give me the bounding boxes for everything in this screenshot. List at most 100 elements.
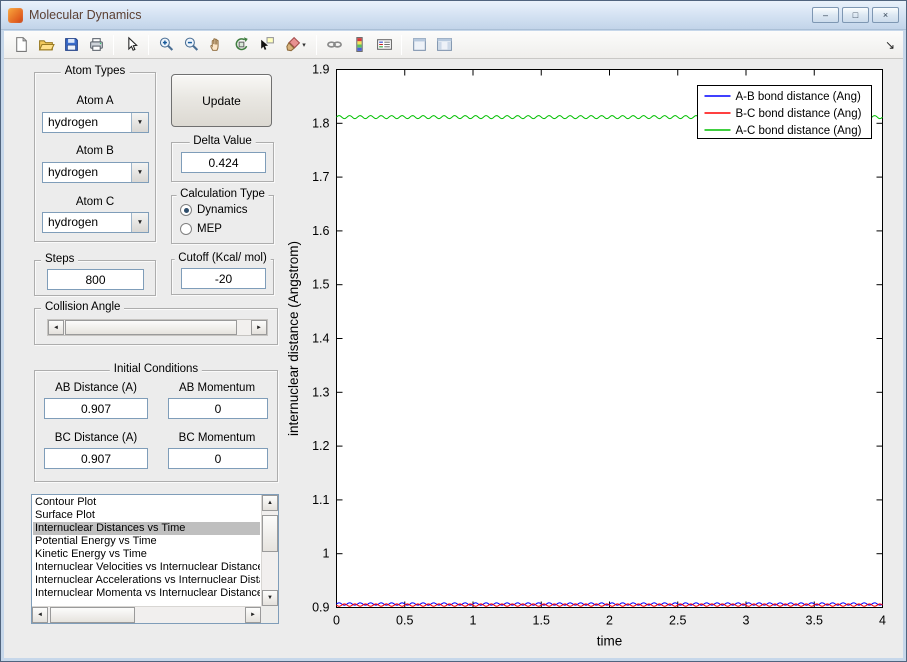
atom-a-select[interactable]: hydrogen ▼	[42, 112, 149, 133]
x-axis-label: time	[597, 634, 623, 649]
edit-plot-button[interactable]	[119, 33, 143, 57]
y-tick-label: 1.5	[312, 278, 329, 292]
insert-colorbar-button[interactable]	[347, 33, 371, 57]
print-figure-button[interactable]	[84, 33, 108, 57]
list-item[interactable]: Internuclear Distances vs Time	[33, 522, 260, 535]
cutoff-title: Cutoff (Kcal/ mol)	[174, 252, 271, 264]
rotate-3d-icon	[235, 37, 248, 51]
open-file-button[interactable]	[34, 33, 58, 57]
dock-figure-icon[interactable]: ↘	[885, 38, 898, 52]
delta-value-input[interactable]	[181, 152, 266, 173]
list-item[interactable]: Internuclear Accelerations vs Internucle…	[33, 574, 260, 587]
list-item[interactable]: Internuclear Momenta vs Internuclear Dis…	[33, 587, 260, 600]
print-figure-icon	[89, 38, 103, 51]
y-axis-label: internuclear distance (Angstrom)	[286, 241, 301, 436]
radio-mep-label: MEP	[197, 223, 222, 235]
link-plot-button[interactable]	[322, 33, 346, 57]
x-tick-label: 1.5	[533, 614, 550, 628]
radio-dynamics[interactable]: Dynamics	[180, 204, 247, 216]
show-plot-tools-icon	[436, 38, 452, 51]
scroll-right-icon[interactable]: ►	[245, 607, 261, 623]
bc-momentum-label: BC Momentum	[178, 432, 256, 444]
rotate-3d-button[interactable]	[229, 33, 253, 57]
maximize-button[interactable]: □	[842, 7, 869, 23]
toolbar-separator	[401, 34, 402, 55]
save-figure-button[interactable]	[59, 33, 83, 57]
plot-axes[interactable]: 0 0.5 1 1.5 2 2.5 3 3.5 4 0.9 1 1.1 1.2 1.3 1.4 1.5 1.6 1…	[285, 63, 889, 657]
collision-angle-title: Collision Angle	[41, 301, 125, 313]
bc-distance-label: BC Distance (A)	[54, 432, 138, 444]
insert-legend-button[interactable]	[372, 33, 396, 57]
atom-c-select[interactable]: hydrogen ▼	[42, 212, 149, 233]
ab-distance-label: AB Distance (A)	[55, 382, 137, 394]
data-cursor-button[interactable]	[254, 33, 278, 57]
collision-angle-slider[interactable]: ◄ ►	[47, 319, 268, 336]
slider-right-arrow-icon[interactable]: ►	[251, 320, 267, 335]
x-tick-label: 4	[879, 614, 886, 628]
plot-area[interactable]	[336, 69, 883, 608]
pan-button[interactable]	[204, 33, 228, 57]
toolbar-separator	[113, 34, 114, 55]
list-item[interactable]: Internuclear Velocities vs Internuclear …	[33, 561, 260, 574]
minimize-button[interactable]: –	[812, 7, 839, 23]
hide-plot-tools-button[interactable]	[407, 33, 431, 57]
vertical-scrollbar[interactable]: ▲ ▼	[261, 495, 278, 606]
bc-distance-input[interactable]	[44, 448, 148, 469]
scroll-down-icon[interactable]: ▼	[262, 590, 278, 606]
list-item[interactable]: Kinetic Energy vs Time	[33, 548, 260, 561]
steps-title: Steps	[41, 253, 79, 265]
brush-data-button[interactable]: ▾	[279, 33, 311, 57]
horizontal-scrollbar[interactable]: ◄ ►	[32, 606, 261, 623]
atom-b-label: Atom B	[76, 145, 114, 157]
figure-toolbar: ▾ ↘	[4, 31, 903, 59]
ab-momentum-label: AB Momentum	[178, 382, 256, 394]
slider-thumb[interactable]	[65, 320, 237, 335]
steps-input[interactable]	[47, 269, 144, 290]
plot-canvas[interactable]: 0 0.5 1 1.5 2 2.5 3 3.5 4 0.9 1 1.1 1.2 1.3 1.4 1.5 1.6 1…	[285, 63, 889, 657]
new-figure-icon	[15, 37, 27, 52]
list-item[interactable]: Surface Plot	[33, 509, 260, 522]
x-tick-label: 3	[743, 614, 750, 628]
scroll-left-icon[interactable]: ◄	[32, 607, 48, 623]
slider-track[interactable]	[64, 320, 251, 335]
atom-a-dropdown-button[interactable]: ▼	[131, 113, 148, 132]
pan-hand-icon	[209, 38, 219, 51]
brush-menu-icon[interactable]: ▾	[302, 41, 306, 49]
new-figure-button[interactable]	[9, 33, 33, 57]
data-cursor-icon	[260, 37, 274, 50]
scrollbar-corner	[261, 606, 278, 623]
save-figure-icon	[64, 38, 78, 51]
vertical-scroll-thumb[interactable]	[262, 515, 278, 552]
close-button[interactable]: ×	[872, 7, 899, 23]
radio-dynamics-icon	[180, 204, 192, 216]
legend-label-2: A-C bond distance (Ang)	[736, 125, 862, 137]
y-tick-label: 1.8	[312, 116, 329, 130]
atom-types-panel: Atom Types Atom A hydrogen ▼ Atom B hydr…	[34, 65, 156, 242]
ab-momentum-input[interactable]	[168, 398, 268, 419]
calculation-type-title: Calculation Type	[176, 188, 269, 200]
cutoff-input[interactable]	[181, 268, 266, 289]
toolbar-separator	[316, 34, 317, 55]
x-tick-label: 2	[606, 614, 613, 628]
show-plot-tools-button[interactable]	[432, 33, 456, 57]
radio-mep[interactable]: MEP	[180, 223, 222, 235]
horizontal-scroll-thumb[interactable]	[50, 607, 135, 623]
scroll-up-icon[interactable]: ▲	[262, 495, 278, 511]
list-item[interactable]: Contour Plot	[33, 496, 260, 509]
atom-c-dropdown-button[interactable]: ▼	[131, 213, 148, 232]
toolbar-separator	[148, 34, 149, 55]
ab-distance-input[interactable]	[44, 398, 148, 419]
plot-type-listbox[interactable]: Contour Plot Surface Plot Internuclear D…	[31, 494, 279, 624]
title-bar[interactable]: Molecular Dynamics – □ ×	[1, 1, 906, 30]
y-tick-label: 1.1	[312, 493, 329, 507]
atom-b-dropdown-button[interactable]: ▼	[131, 163, 148, 182]
plot-type-list: Contour Plot Surface Plot Internuclear D…	[33, 496, 260, 605]
atom-b-select[interactable]: hydrogen ▼	[42, 162, 149, 183]
zoom-in-button[interactable]	[154, 33, 178, 57]
slider-left-arrow-icon[interactable]: ◄	[48, 320, 64, 335]
update-button[interactable]: Update	[171, 74, 272, 127]
bc-momentum-input[interactable]	[168, 448, 268, 469]
list-item[interactable]: Potential Energy vs Time	[33, 535, 260, 548]
zoom-out-button[interactable]	[179, 33, 203, 57]
initial-conditions-title: Initial Conditions	[109, 363, 203, 375]
